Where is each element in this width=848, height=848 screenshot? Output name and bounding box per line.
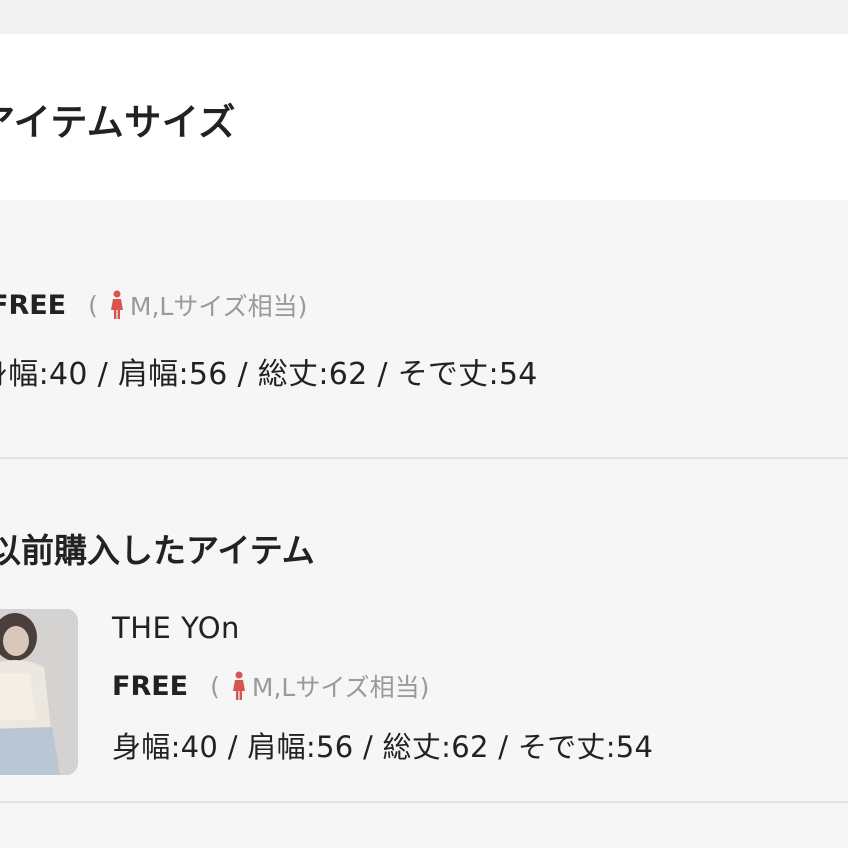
person-female-icon <box>110 290 123 319</box>
history-size-name: FREE <box>112 670 189 702</box>
history-size-equivalent-label: M,Lサイズ相当) <box>251 673 430 702</box>
bottom-divider <box>0 801 848 803</box>
size-section <box>0 200 848 458</box>
size-equivalent-label: M,Lサイズ相当) <box>129 292 308 321</box>
size-name: FREE <box>0 289 67 321</box>
product-thumbnail[interactable] <box>0 609 78 775</box>
person-female-icon <box>232 671 245 700</box>
history-size-equivalent: ( M,Lサイズ相当) <box>210 668 429 704</box>
history-size-row: FREE ( M,Lサイズ相当) <box>112 668 429 704</box>
size-equivalent: ( M,Lサイズ相当) <box>88 287 307 323</box>
section-divider <box>0 457 848 459</box>
paren-open: ( <box>88 290 98 320</box>
purchase-history-title: 以前購入したアイテム <box>0 531 315 570</box>
top-strip <box>0 0 848 34</box>
item-size-page: アイテムサイズ FREE ( M,Lサイズ相当) 身幅:40 / 肩幅:56 /… <box>0 0 848 848</box>
item-brand: THE YOn <box>112 611 240 645</box>
history-measurements: 身幅:40 / 肩幅:56 / 総丈:62 / そで丈:54 <box>112 730 654 764</box>
size-row: FREE ( M,Lサイズ相当) <box>0 287 307 323</box>
title-section: アイテムサイズ <box>0 34 848 200</box>
paren-open: ( <box>210 671 220 701</box>
product-photo-icon <box>0 609 78 775</box>
page-title: アイテムサイズ <box>0 101 236 144</box>
size-measurements: 身幅:40 / 肩幅:56 / 総丈:62 / そで丈:54 <box>0 357 538 392</box>
